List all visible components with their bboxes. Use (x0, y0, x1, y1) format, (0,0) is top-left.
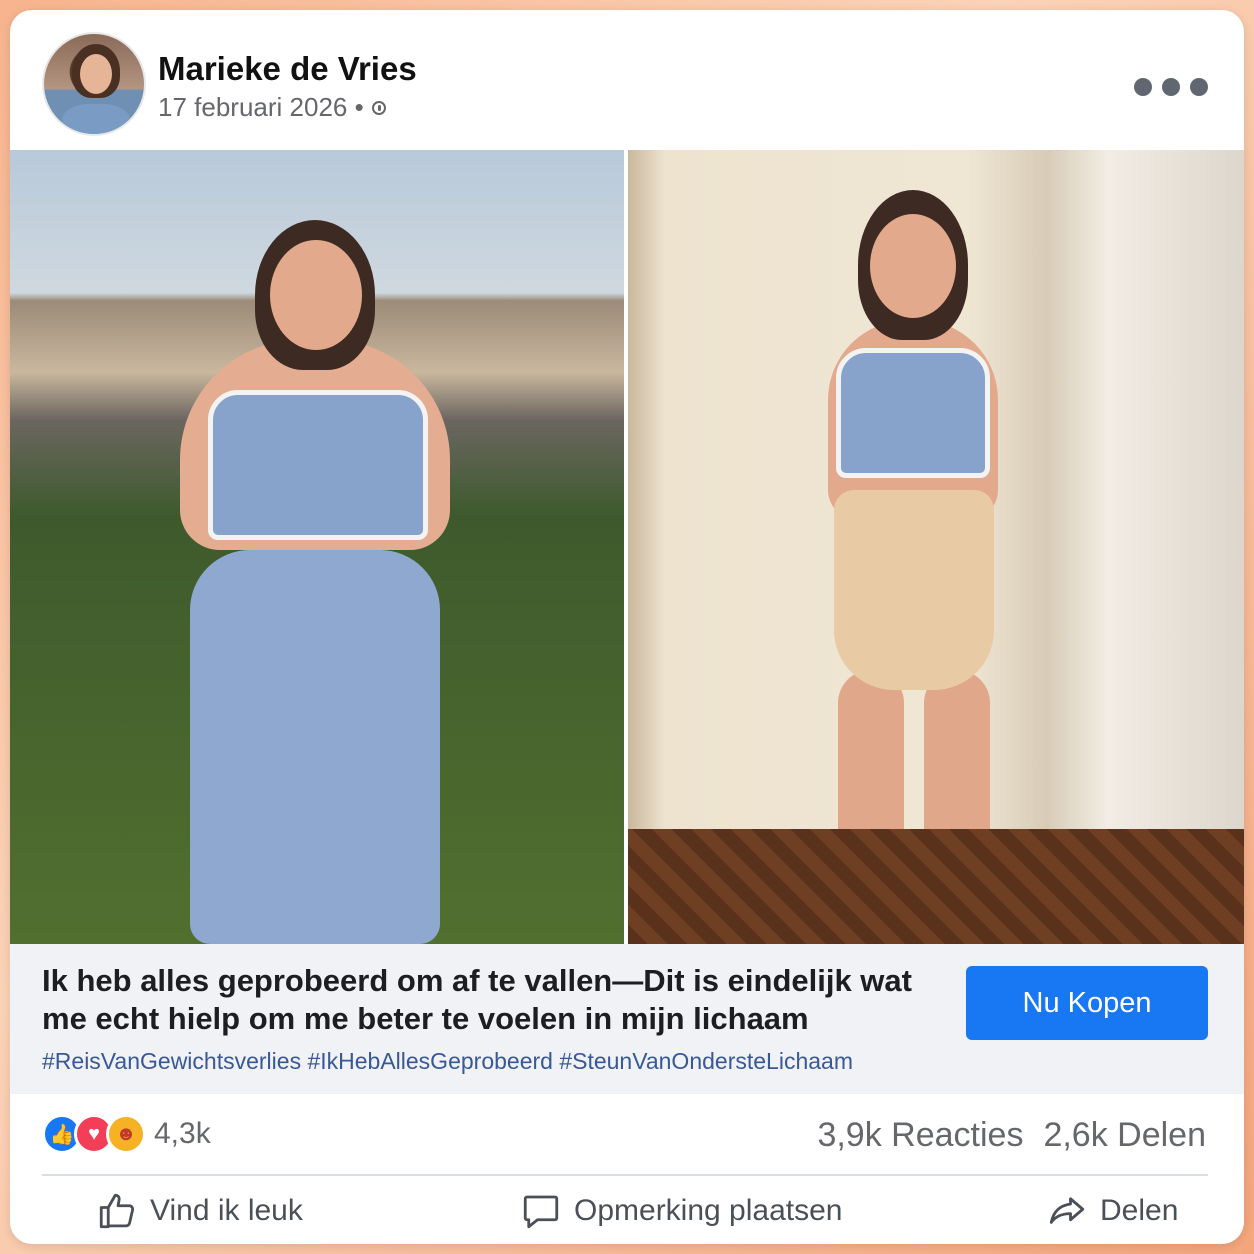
before-photo (10, 150, 625, 944)
share-button[interactable]: Delen (1046, 1190, 1178, 1232)
comment-button[interactable]: Opmerking plaatsen (520, 1190, 842, 1232)
ad-caption: Ik heb alles geprobeerd om af te vallen—… (10, 944, 1244, 1094)
share-icon (1049, 1197, 1085, 1224)
globe-icon (371, 100, 386, 115)
engagement-stats: 👍 ♥ ☻ 4,3k 3,9k Reacties 2,6k Delen (10, 1094, 1244, 1174)
thumbs-up-icon (99, 1193, 135, 1229)
post-meta: 17 februari 2026 • (158, 92, 386, 123)
avatar[interactable] (42, 32, 146, 136)
hashtags[interactable]: #ReisVanGewichtsverlies #IkHebAllesGepro… (42, 1048, 853, 1075)
buy-now-button[interactable]: Nu Kopen (966, 966, 1208, 1040)
reaction-count: 4,3k (154, 1117, 211, 1150)
author-name[interactable]: Marieke de Vries (158, 50, 417, 88)
action-bar: Vind ik leuk Opmerking plaatsen Delen (10, 1178, 1244, 1244)
reactions-summary[interactable]: 👍 ♥ ☻ 4,3k (42, 1114, 211, 1154)
ad-headline[interactable]: Ik heb alles geprobeerd om af te vallen—… (42, 962, 932, 1038)
share-label: Delen (1100, 1194, 1179, 1227)
comment-label: Opmerking plaatsen (574, 1194, 843, 1227)
comment-icon (523, 1195, 559, 1229)
comment-count[interactable]: 3,9k Reacties (817, 1116, 1023, 1155)
post-card: Marieke de Vries 17 februari 2026 • Ik h… (10, 10, 1244, 1244)
post-header: Marieke de Vries 17 februari 2026 • (10, 10, 1244, 150)
person-figure (798, 190, 1028, 944)
person-figure (160, 220, 470, 944)
post-date[interactable]: 17 februari 2026 • (158, 92, 364, 123)
post-image[interactable] (10, 150, 1244, 944)
divider (42, 1174, 1208, 1176)
like-button[interactable]: Vind ik leuk (96, 1190, 303, 1232)
like-label: Vind ik leuk (150, 1194, 303, 1227)
care-reaction-icon: ☻ (106, 1114, 146, 1154)
share-count[interactable]: 2,6k Delen (1043, 1116, 1206, 1155)
after-photo (628, 150, 1244, 944)
more-icon[interactable] (1134, 78, 1208, 96)
